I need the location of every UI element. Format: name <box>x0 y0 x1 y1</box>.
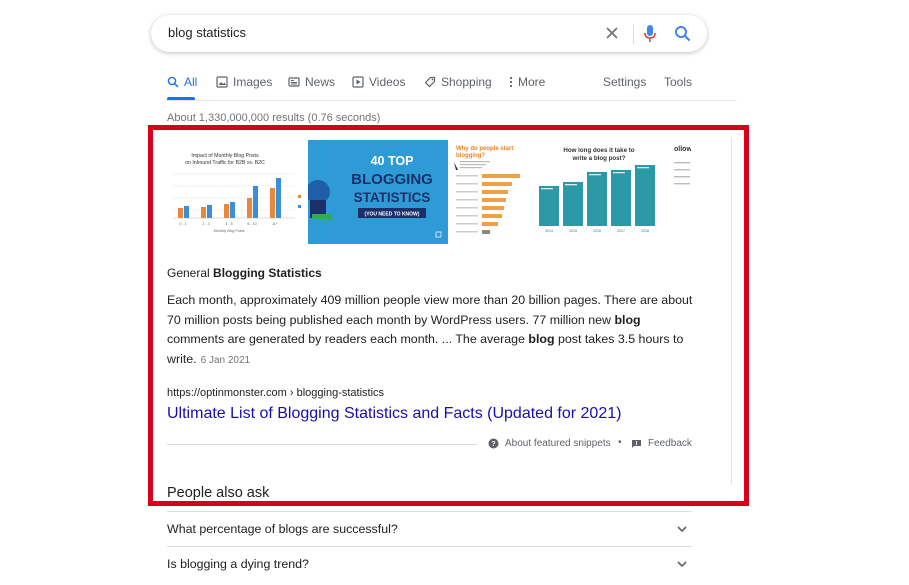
tab-label: News <box>305 75 336 89</box>
snippet-footer-divider <box>167 444 477 445</box>
tab-news[interactable]: News <box>288 75 335 89</box>
settings-label: Settings <box>603 75 647 89</box>
x-tick-label: 4 - 5 <box>225 222 232 226</box>
x-tick-label: 0 - 1 <box>179 222 186 226</box>
tab-label: Videos <box>369 75 406 89</box>
feedback-icon <box>632 439 641 448</box>
about-featured-snippets[interactable]: ? About featured snippets <box>488 438 611 449</box>
x-tick-label: 2015 <box>569 229 577 233</box>
search-box[interactable]: blog statistics <box>151 15 707 52</box>
tag-icon <box>424 76 436 88</box>
x-tick-label: 6 - 10 <box>247 222 256 226</box>
thumbnail-title: on Inbound Traffic for B2B vs. B2C <box>185 160 265 166</box>
tab-videos[interactable]: Videos <box>352 75 405 89</box>
mic-icon[interactable] <box>643 24 657 43</box>
tab-label: Images <box>233 75 273 89</box>
news-icon <box>288 77 300 87</box>
image-thumbnail-3[interactable]: Why do people start blogging? <box>450 140 529 244</box>
paa-question-text: What percentage of blogs are successful? <box>167 522 398 536</box>
thumbnail-title: Impact of Monthly Blog Posts <box>191 153 259 159</box>
feedback-link[interactable]: Feedback <box>631 438 692 449</box>
image-icon <box>216 76 228 88</box>
result-title-link[interactable]: Ultimate List of Blogging Statistics and… <box>167 405 621 423</box>
chevron-down-icon <box>677 561 687 568</box>
thumbnail-text: (YOU NEED TO KNOW) <box>365 212 420 218</box>
thumbnail-title: How long does it take to <box>563 147 634 154</box>
thumbnail-title: write a blog post? <box>572 155 626 162</box>
paa-question[interactable]: Is blogging a dying trend? <box>167 546 692 582</box>
people-also-ask-heading: People also ask <box>167 485 270 501</box>
x-tick-label: 2 - 3 <box>202 222 209 226</box>
thumbnail-title: blogging? <box>456 153 485 159</box>
x-axis-label: Monthly Blog Posts <box>214 229 245 233</box>
x-tick-label: 2016 <box>593 229 601 233</box>
video-icon <box>352 76 364 88</box>
svg-text:?: ? <box>491 441 495 448</box>
tab-label: Shopping <box>441 75 492 89</box>
tools-link[interactable]: Tools <box>664 75 692 89</box>
snippet-keyword: blog <box>528 332 555 346</box>
clear-icon[interactable] <box>604 25 620 41</box>
thumbnail-text: STATISTICS <box>354 190 431 205</box>
feedback-label: Feedback <box>648 438 692 449</box>
search-divider <box>633 24 634 44</box>
x-tick-label: 2018 <box>641 229 649 233</box>
search-icon[interactable] <box>674 25 691 42</box>
image-thumbnail-4[interactable]: How long does it take to write a blog po… <box>531 140 663 244</box>
snippet-date: 6 Jan 2021 <box>200 354 251 366</box>
thumbnail-title: Why do people start <box>456 146 513 152</box>
thumbnail-text: 40 TOP <box>371 154 414 168</box>
about-label: About featured snippets <box>505 438 611 449</box>
chevron-down-icon <box>677 526 687 533</box>
search-tabs: All Images News Videos Shopping More Set… <box>167 75 737 101</box>
tab-label: All <box>184 75 198 89</box>
x-tick-label: 11+ <box>272 222 278 226</box>
snippet-body: Each month, approximately 409 million pe… <box>167 291 695 370</box>
x-tick-label: 2014 <box>545 229 553 233</box>
result-url[interactable]: https://optinmonster.com › blogging-stat… <box>167 387 384 399</box>
more-vert-icon <box>509 76 513 88</box>
help-icon: ? <box>488 438 499 449</box>
tab-all[interactable]: All <box>167 75 197 89</box>
thumbnail-text: BLOGGING <box>351 171 433 188</box>
tools-label: Tools <box>664 75 693 89</box>
result-stats: About 1,330,000,000 results (0.76 second… <box>167 112 381 124</box>
image-thumbnail-1[interactable]: Impact of Monthly Blog Posts on Inbound … <box>167 140 306 244</box>
image-thumbnail-2[interactable]: 40 TOP BLOGGING STATISTICS (YOU NEED TO … <box>308 140 448 244</box>
tab-label: More <box>518 75 546 89</box>
settings-link[interactable]: Settings <box>603 75 646 89</box>
tab-images[interactable]: Images <box>216 75 272 89</box>
tab-shopping[interactable]: Shopping <box>424 75 492 89</box>
image-thumbnail-5[interactable]: ollow <box>673 140 691 244</box>
snippet-heading-prefix: General <box>167 266 214 280</box>
tabs-divider <box>167 100 737 101</box>
tab-more[interactable]: More <box>509 75 545 89</box>
snippet-heading-bold: Blogging Statistics <box>213 266 322 280</box>
paa-question[interactable]: What percentage of blogs are successful? <box>167 511 692 547</box>
snippet-heading: General Blogging Statistics <box>167 266 322 280</box>
search-input[interactable]: blog statistics <box>168 25 246 40</box>
snippet-text: comments are generated by readers each m… <box>167 332 529 346</box>
search-icon <box>167 76 179 88</box>
snippet-keyword: blog <box>614 312 641 327</box>
paa-question-text: Is blogging a dying trend? <box>167 557 309 571</box>
card-edge <box>731 138 732 484</box>
x-tick-label: 2017 <box>617 229 625 233</box>
thumbnail-text: ollow <box>674 146 691 153</box>
separator-dot: • <box>618 437 622 448</box>
